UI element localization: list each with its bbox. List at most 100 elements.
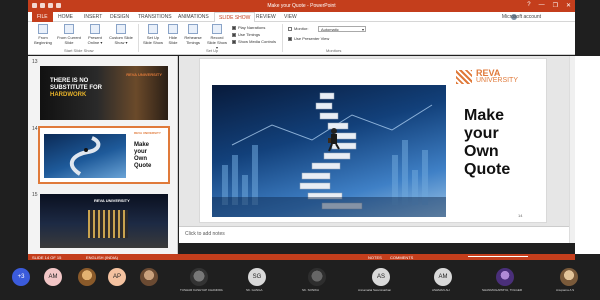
account-name[interactable]: Microsoft account	[502, 14, 541, 20]
minimize-button[interactable]: —	[539, 2, 545, 9]
right-edge-pane	[575, 56, 600, 254]
use-timings-checkbox[interactable]: Use Timings	[232, 32, 260, 37]
zoom-slider[interactable]	[468, 256, 528, 257]
present-online-label: Present Online ▾	[87, 35, 103, 45]
participant-avatar[interactable]	[190, 268, 208, 286]
slide-thumbnail-15[interactable]: REVA UNIVERSITY	[40, 194, 168, 248]
thumb-13-logo: REVA UNIVERSITY	[126, 72, 162, 77]
monitor-dropdown[interactable]: Automatic	[318, 26, 366, 32]
staircase-art	[212, 92, 446, 217]
slide-thumbnail-13[interactable]: THERE IS NO SUBSTITUTE FOR HARDWORK REVA…	[40, 66, 168, 120]
record-icon	[212, 24, 222, 34]
participant-name: SK. SONIKA	[302, 288, 320, 292]
tab-home[interactable]: HOME	[58, 14, 73, 20]
checkbox-icon	[232, 25, 236, 30]
thumb-14-title: Make your Own Quote	[134, 142, 151, 170]
reva-logo-line2: UNIVERSITY	[476, 77, 519, 84]
current-slide[interactable]: REVA UNIVERSITY Make your Own Quote 14	[199, 58, 547, 223]
show-media-controls-checkbox[interactable]: Show Media Controls	[232, 39, 276, 44]
slide-thumbnail-pane: 13 THERE IS NO SUBSTITUTE FOR HARDWORK R…	[28, 56, 178, 254]
participant-avatar[interactable]: AM	[44, 268, 62, 286]
participant-avatar[interactable]: SG	[248, 268, 266, 286]
participant-avatar[interactable]	[496, 268, 514, 286]
heading-line: Quote	[464, 161, 511, 178]
hide-slide-button[interactable]: Hide Slide	[166, 24, 180, 45]
present-online-button[interactable]: Present Online ▾	[84, 24, 106, 45]
play-current-icon	[64, 24, 74, 34]
participant-avatar[interactable]	[560, 268, 578, 286]
meeting-participants-bar: +3 AM AP TUSHAR KASHYAP CHANDRA SG SK. G…	[0, 260, 600, 300]
group-label-monitors: Monitors	[326, 48, 342, 53]
from-beginning-label: From Beginning	[34, 35, 52, 45]
presenter-view-label: Use Presenter View	[294, 36, 330, 41]
custom-show-icon	[116, 24, 126, 34]
slide-number: 15	[32, 192, 38, 198]
help-button[interactable]: ?	[527, 2, 530, 9]
set-up-slide-show-button[interactable]: Set Up Slide Show	[142, 24, 164, 45]
record-slide-show-button[interactable]: Record Slide Show ▾	[206, 24, 228, 50]
participant-name: Anupama A S	[556, 288, 575, 292]
heading-line: Own	[464, 143, 499, 160]
window-controls: ? — ❐ ✕	[527, 2, 571, 9]
slide-heading: Make your Own Quote	[464, 107, 510, 179]
timer-icon	[188, 24, 198, 34]
ribbon-tabs: FILE HOME INSERT DESIGN TRANSITIONS ANIM…	[28, 12, 575, 22]
group-label-setup: Set Up	[206, 48, 219, 53]
play-narrations-checkbox[interactable]: Play Narrations	[232, 25, 265, 30]
setup-label: Set Up Slide Show	[142, 35, 163, 45]
participant-avatar[interactable]: AP	[108, 268, 126, 286]
from-current-slide-button[interactable]: From Current Slide	[56, 24, 82, 45]
participant-avatar[interactable]	[78, 268, 96, 286]
setup-icon	[148, 24, 158, 34]
tab-insert[interactable]: INSERT	[84, 14, 102, 20]
rehearse-label: Rehearse Timings	[184, 35, 202, 45]
thumb-14-image	[44, 134, 126, 178]
play-narrations-label: Play Narrations	[238, 25, 266, 30]
show-media-label: Show Media Controls	[238, 39, 277, 44]
thumb-13-text: THERE IS NO SUBSTITUTE FOR HARDWORK	[50, 78, 102, 99]
meeting-right-strip	[575, 0, 600, 56]
participant-avatar[interactable]	[308, 268, 326, 286]
notes-pane[interactable]: Click to add notes	[179, 226, 569, 243]
window-title: Make your Quote - PowerPoint	[267, 3, 336, 9]
rehearse-timings-button[interactable]: Rehearse Timings	[182, 24, 204, 45]
participant-name: SK. GANGA	[246, 288, 263, 292]
thumb-13-line: HARDWORK	[50, 92, 87, 98]
slide-thumbnail-14[interactable]: REVA UNIVERSITY Make your Own Quote	[38, 126, 170, 184]
close-button[interactable]: ✕	[566, 2, 571, 9]
custom-slide-show-button[interactable]: Custom Slide Show ▾	[108, 24, 134, 45]
use-timings-label: Use Timings	[238, 32, 261, 37]
hide-slide-icon	[168, 24, 178, 34]
thumb-13-line: THERE IS NO	[50, 78, 89, 84]
tab-animations[interactable]: ANIMATIONS	[178, 14, 209, 20]
tab-review[interactable]: REVIEW	[256, 14, 276, 20]
from-beginning-button[interactable]: From Beginning	[32, 24, 54, 45]
participant-avatar[interactable]	[140, 268, 158, 286]
more-participants-button[interactable]: +3	[12, 268, 30, 286]
monitor-row: Monitor:	[288, 26, 308, 31]
restore-button[interactable]: ❐	[553, 2, 558, 9]
ribbon: From Beginning From Current Slide Presen…	[28, 22, 575, 55]
checkbox-icon	[232, 39, 236, 44]
thumb-13-line: SUBSTITUTE FOR	[50, 85, 102, 91]
tab-view[interactable]: VIEW	[284, 14, 297, 20]
tab-file[interactable]: FILE	[32, 12, 53, 22]
tab-slide-show[interactable]: SLIDE SHOW	[214, 12, 256, 22]
group-separator	[138, 24, 139, 52]
checkbox-icon	[232, 32, 236, 37]
heading-line: Make	[464, 107, 505, 124]
slide-canvas: REVA UNIVERSITY Make your Own Quote 14	[179, 56, 569, 226]
tab-design[interactable]: DESIGN	[110, 14, 129, 20]
screen: Make your Quote - PowerPoint ? — ❐ ✕ FIL…	[0, 0, 600, 300]
checkbox-icon	[288, 36, 292, 41]
participant-avatar[interactable]: AM	[434, 268, 452, 286]
slide-number: 13	[32, 59, 38, 65]
presenter-view-checkbox[interactable]: Use Presenter View	[288, 36, 329, 41]
title-bar: Make your Quote - PowerPoint ? — ❐ ✕	[28, 0, 575, 12]
meeting-left-strip	[0, 0, 28, 260]
monitor-label: Monitor:	[294, 26, 309, 31]
participant-avatar[interactable]: AS	[372, 268, 390, 286]
group-label-start: Start Slide Show	[64, 48, 94, 53]
tab-transitions[interactable]: TRANSITIONS	[138, 14, 172, 20]
reva-logo-line1: REVA	[476, 68, 501, 78]
